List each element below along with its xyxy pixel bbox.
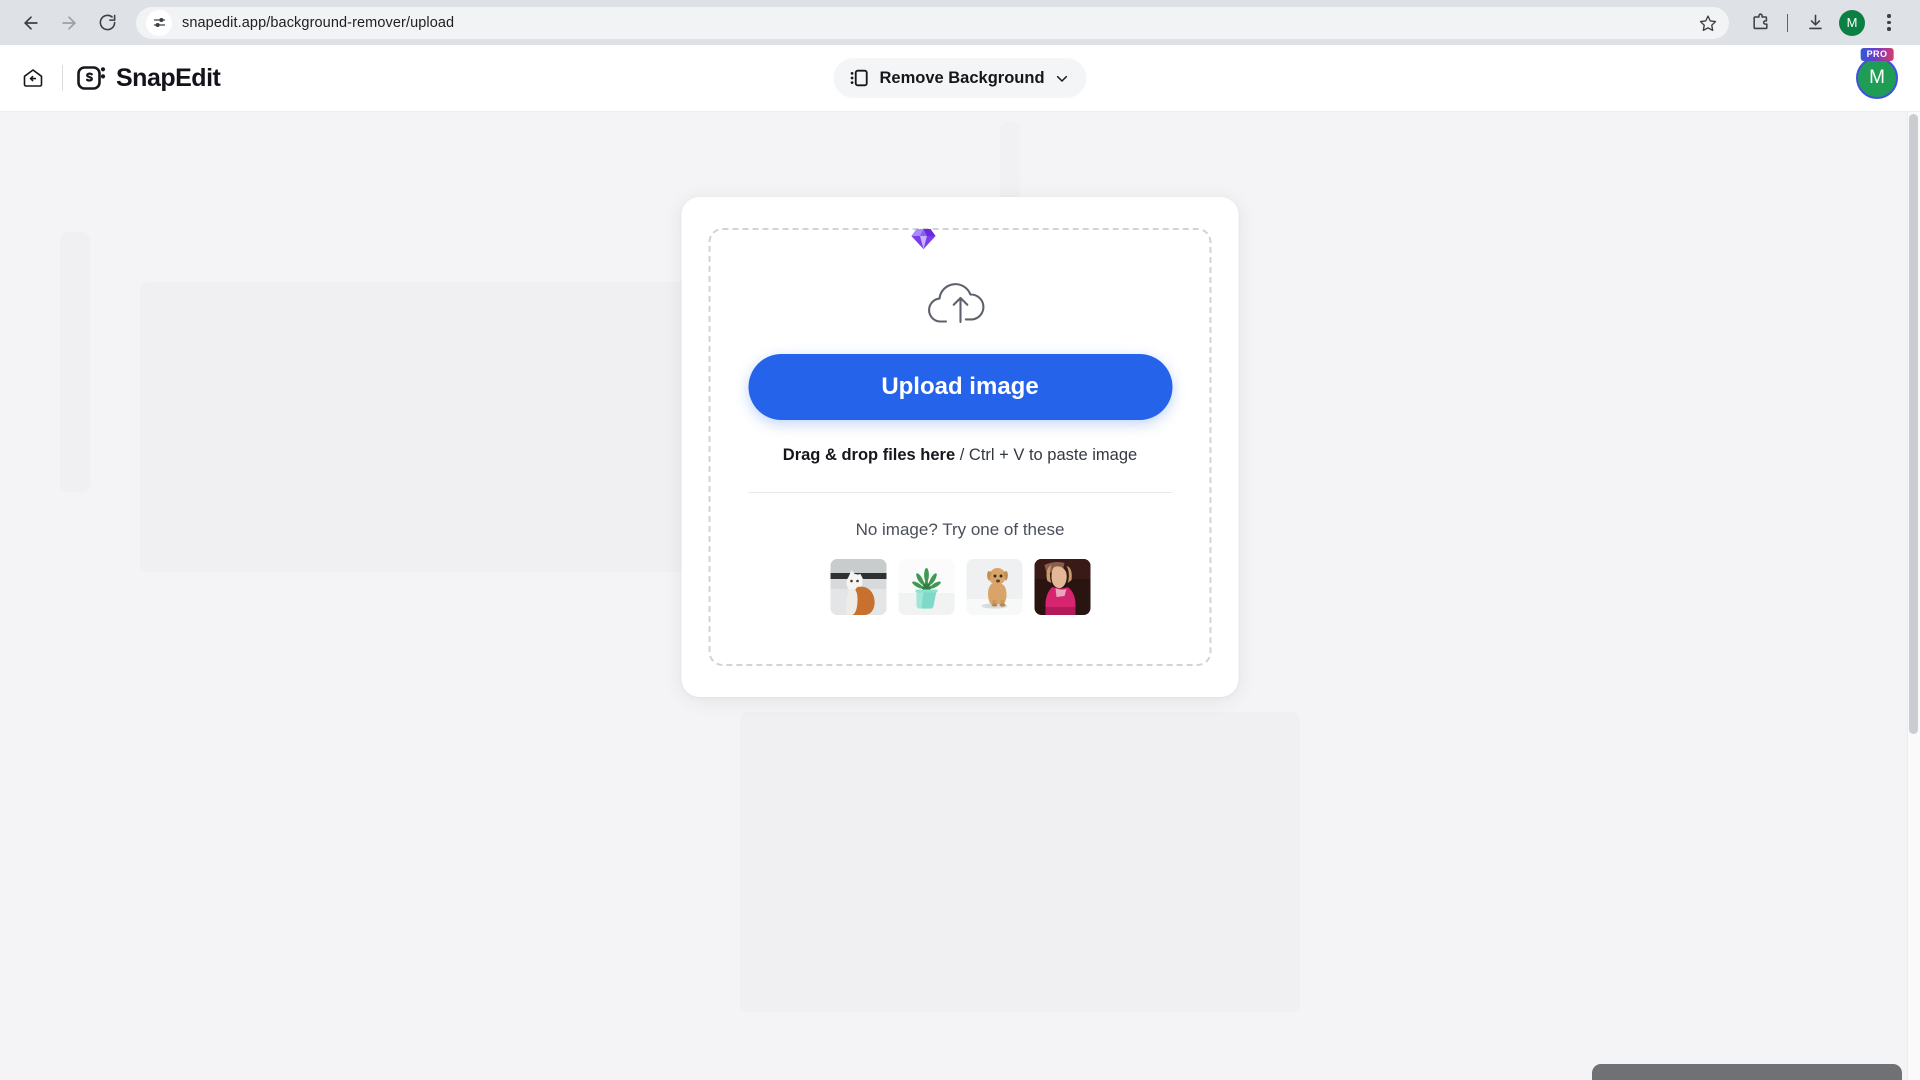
browser-action-icons: M xyxy=(1739,6,1906,40)
brand-zone: SnapEdit xyxy=(0,63,221,93)
sample-plant-thumbnail xyxy=(898,559,954,615)
header-center: Remove Background xyxy=(833,58,1087,98)
star-icon xyxy=(1699,14,1717,31)
site-settings-button[interactable] xyxy=(146,9,172,36)
background-block xyxy=(60,232,90,492)
browser-back-button[interactable] xyxy=(14,6,48,40)
background-block xyxy=(740,712,1300,1012)
upload-image-button[interactable]: Upload image xyxy=(748,354,1172,420)
three-dot-menu-icon xyxy=(1887,27,1891,31)
forward-arrow-icon xyxy=(62,15,76,30)
home-back-icon xyxy=(23,69,43,87)
downloads-button[interactable] xyxy=(1798,6,1832,40)
browser-forward-button[interactable] xyxy=(52,6,86,40)
brand-name: SnapEdit xyxy=(116,63,221,92)
section-divider xyxy=(748,492,1172,493)
drag-drop-hint-bold: Drag & drop files here xyxy=(782,446,956,464)
gem-cursor-icon xyxy=(911,229,935,249)
site-settings-icon xyxy=(153,18,165,28)
upload-card: Upload image Drag & drop files here / Ct… xyxy=(681,197,1239,697)
remove-background-icon xyxy=(850,69,868,87)
chevron-down-icon xyxy=(1056,75,1068,82)
avatar[interactable]: M xyxy=(1856,57,1898,99)
sample-images-row xyxy=(830,559,1090,615)
sample-cat-thumbnail xyxy=(830,559,886,615)
sample-cat[interactable] xyxy=(830,559,886,615)
sample-dog-thumbnail xyxy=(966,559,1022,615)
browser-menu-button[interactable] xyxy=(1872,6,1906,40)
sample-person-thumbnail xyxy=(1034,559,1090,615)
snapedit-logo[interactable]: SnapEdit xyxy=(77,63,221,93)
browser-profile-avatar[interactable]: M xyxy=(1839,9,1865,36)
cloud-upload-icon xyxy=(927,283,984,324)
pro-badge: PRO xyxy=(1860,48,1894,61)
three-dot-menu-icon xyxy=(1887,20,1891,25)
sample-plant[interactable] xyxy=(898,559,954,615)
toolbar-divider xyxy=(1787,13,1788,32)
bottom-widget-bar[interactable] xyxy=(1592,1064,1902,1080)
puzzle-piece-icon xyxy=(1752,13,1768,30)
address-bar[interactable]: snapedit.app/background-remover/upload xyxy=(136,6,1729,39)
address-bar-url: snapedit.app/background-remover/upload xyxy=(182,14,455,31)
scrollbar-thumb[interactable] xyxy=(1909,114,1918,734)
samples-label: No image? Try one of these xyxy=(855,520,1065,539)
drag-drop-hint-rest: / Ctrl + V to paste image xyxy=(955,446,1138,464)
page-scrollbar[interactable] xyxy=(1907,112,1920,1080)
reload-icon xyxy=(99,14,115,31)
home-button[interactable] xyxy=(18,63,48,93)
drag-drop-hint: Drag & drop files here / Ctrl + V to pas… xyxy=(783,446,1137,465)
bookmark-button[interactable] xyxy=(1693,8,1723,38)
tool-selector[interactable]: Remove Background xyxy=(833,58,1087,98)
browser-toolbar: snapedit.app/background-remover/upload M xyxy=(0,0,1920,45)
sample-person[interactable] xyxy=(1034,559,1090,615)
account-avatar-wrap[interactable]: M PRO xyxy=(1856,48,1898,99)
extensions-button[interactable] xyxy=(1743,6,1777,40)
snapedit-logo-mark xyxy=(77,66,106,90)
brand-divider xyxy=(62,65,63,91)
sample-dog[interactable] xyxy=(966,559,1022,615)
three-dot-menu-icon xyxy=(1887,14,1891,18)
browser-reload-button[interactable] xyxy=(90,6,124,40)
app-header: SnapEdit Remove Background M PRO xyxy=(0,45,1920,112)
download-icon xyxy=(1808,14,1822,30)
back-arrow-icon xyxy=(24,15,38,30)
page-body: Upload image Drag & drop files here / Ct… xyxy=(0,112,1920,1080)
tool-selector-label: Remove Background xyxy=(879,68,1045,87)
header-right: M PRO xyxy=(1856,48,1898,99)
dropzone[interactable]: Upload image Drag & drop files here / Ct… xyxy=(708,228,1212,666)
